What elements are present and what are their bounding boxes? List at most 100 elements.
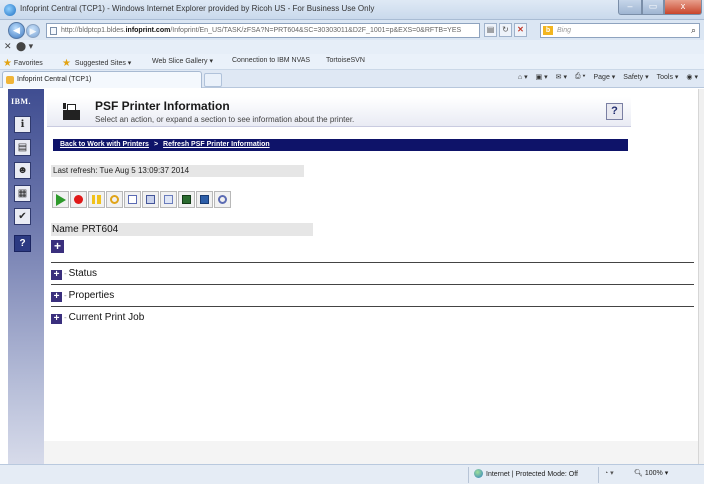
jobs-button[interactable] <box>160 191 177 208</box>
expand-icon: + <box>51 292 62 302</box>
vertical-scrollbar[interactable] <box>698 89 704 464</box>
power-icon <box>110 195 119 204</box>
favorite-tortoisesvn[interactable]: TortoiseSVN <box>326 57 365 64</box>
browser-window: Infoprint Central (TCP1) - Windows Inter… <box>0 0 704 484</box>
stop-button[interactable] <box>70 191 87 208</box>
compatibility-view-icon[interactable]: ▤ <box>484 23 497 37</box>
favorites-button[interactable]: ★ Favorites <box>3 57 43 69</box>
convert-icon[interactable]: ⬤ ▾ <box>16 41 33 52</box>
ibm-logo: IBM. <box>11 97 31 106</box>
left-nav: IBM. ℹ ▤ ☻ ▦ ✔ ? <box>8 89 44 464</box>
security-zone[interactable]: Internet | Protected Mode: Off <box>474 469 578 478</box>
nav-help-icon[interactable]: ? <box>14 235 31 252</box>
zoom-icon: 🔍︎ <box>634 470 643 477</box>
properties-button[interactable] <box>124 191 141 208</box>
favorite-ibm-nvas[interactable]: Connection to IBM NVAS <box>232 57 310 64</box>
print-icon[interactable]: ⎙ ▾ <box>575 73 586 81</box>
close-button[interactable]: x <box>664 0 702 15</box>
back-to-printers-link[interactable]: Back to Work with Printers <box>60 141 149 148</box>
nav-checklist-icon[interactable]: ✔ <box>14 208 31 225</box>
section-current-print-job[interactable]: + - Current Print Job <box>51 311 144 325</box>
page-title: PSF Printer Information <box>95 99 230 113</box>
favorites-bar: ★ Favorites ★ Suggested Sites ▾ Web Slic… <box>0 54 704 70</box>
stop-icon <box>74 195 83 204</box>
title-bar: Infoprint Central (TCP1) - Windows Inter… <box>0 0 704 20</box>
print-test-button[interactable] <box>178 191 195 208</box>
magnifier-icon <box>218 195 227 204</box>
monitor-icon <box>200 195 209 204</box>
power-button[interactable] <box>106 191 123 208</box>
action-toolbar <box>52 191 231 208</box>
search-placeholder: Bing <box>557 27 572 34</box>
expand-icon: + <box>51 314 62 324</box>
refresh-info-link[interactable]: Refresh PSF Printer Information <box>163 141 270 148</box>
minimize-button[interactable]: – <box>618 0 642 15</box>
new-tab-button[interactable] <box>204 73 222 87</box>
window-controls: – ▭ x <box>618 0 702 16</box>
pause-icon <box>92 195 101 204</box>
last-refresh: Last refresh: Tue Aug 5 13:09:37 2014 <box>51 165 304 177</box>
nav-users-icon[interactable]: ☻ <box>14 162 31 179</box>
printer-name-label: Name <box>52 224 79 235</box>
command-bar: ⌂ ▾ ▣ ▾ ✉ ▾ ⎙ ▾ Page ▾ Safety ▾ Tools ▾ … <box>518 73 698 81</box>
divider <box>51 262 694 263</box>
console-button[interactable] <box>196 191 213 208</box>
document-icon <box>128 195 137 204</box>
url-prefix: http://bldptcp1.bldes. <box>61 27 126 34</box>
search-field[interactable]: b Bing ⌕ <box>540 23 700 38</box>
section-properties[interactable]: + - Properties <box>51 289 114 303</box>
star-icon: ★ <box>3 58 12 69</box>
url-field[interactable]: http://bldptcp1.bldes.infoprint.com/Info… <box>46 23 480 38</box>
status-bar: Internet | Protected Mode: Off ◔ ▾ 🔍︎ 10… <box>0 464 704 484</box>
nav-printer-icon[interactable]: ▤ <box>14 139 31 156</box>
feeds-icon[interactable]: ▣ ▾ <box>536 73 548 81</box>
stop-icon[interactable]: ✕ <box>514 23 527 37</box>
help-button[interactable]: ? <box>606 103 623 120</box>
address-tools: ▤ ↻ ✕ <box>484 23 527 38</box>
bing-icon: b <box>543 26 553 35</box>
page-icon <box>50 27 57 35</box>
divider <box>51 306 694 307</box>
maximize-button[interactable]: ▭ <box>642 0 664 15</box>
expand-all-button[interactable]: + <box>51 240 64 253</box>
ie-logo-icon <box>4 4 16 16</box>
nav-info-icon[interactable]: ℹ <box>14 116 31 133</box>
tab-infoprint-central[interactable]: Infoprint Central (TCP1) <box>2 71 202 88</box>
printer-name-field: Name PRT604 <box>51 223 313 236</box>
back-button[interactable]: ◀ <box>8 22 25 39</box>
mail-icon[interactable]: ✉ ▾ <box>556 73 567 81</box>
close-toolbar-icon[interactable]: ✕ <box>4 41 12 52</box>
divider <box>51 284 694 285</box>
page-menu[interactable]: Page ▾ <box>593 73 615 81</box>
favorite-suggested-sites[interactable]: ★ Suggested Sites ▾ <box>62 57 131 69</box>
printer-icon <box>63 103 80 120</box>
play-icon <box>56 194 66 206</box>
menu-row: ✕ ⬤ ▾ <box>0 40 704 54</box>
pause-button[interactable] <box>88 191 105 208</box>
nav-devices-icon[interactable]: ▦ <box>14 185 31 202</box>
printer-name-value: PRT604 <box>81 224 119 235</box>
page-subtitle: Select an action, or expand a section to… <box>95 115 355 124</box>
section-status[interactable]: + - Status <box>51 267 97 281</box>
copy-button[interactable] <box>142 191 159 208</box>
safety-menu[interactable]: Safety ▾ <box>623 73 648 81</box>
add-favorite-icon: ★ <box>62 58 71 69</box>
protected-mode-icon[interactable]: ◔ ▾ <box>604 469 614 477</box>
tab-favicon <box>6 76 14 84</box>
url-domain: infoprint.com <box>125 27 171 34</box>
jobs-icon <box>164 195 173 204</box>
printer-test-icon <box>182 195 191 204</box>
search-icon[interactable]: ⌕ <box>691 24 696 37</box>
zoom-level[interactable]: 🔍︎ 100% ▾ <box>634 469 668 477</box>
start-button[interactable] <box>52 191 69 208</box>
tools-menu[interactable]: Tools ▾ <box>657 73 679 81</box>
window-title: Infoprint Central (TCP1) - Windows Inter… <box>20 4 375 13</box>
home-icon[interactable]: ⌂ ▾ <box>518 73 528 81</box>
favorite-web-slice-gallery[interactable]: Web Slice Gallery ▾ <box>152 57 213 65</box>
forward-button[interactable]: ▶ <box>26 24 40 38</box>
find-button[interactable] <box>214 191 231 208</box>
help-menu-icon[interactable]: ◉ ▾ <box>686 73 698 81</box>
expand-icon: + <box>51 270 62 280</box>
page-footer-area <box>44 441 698 464</box>
refresh-icon[interactable]: ↻ <box>499 23 512 37</box>
